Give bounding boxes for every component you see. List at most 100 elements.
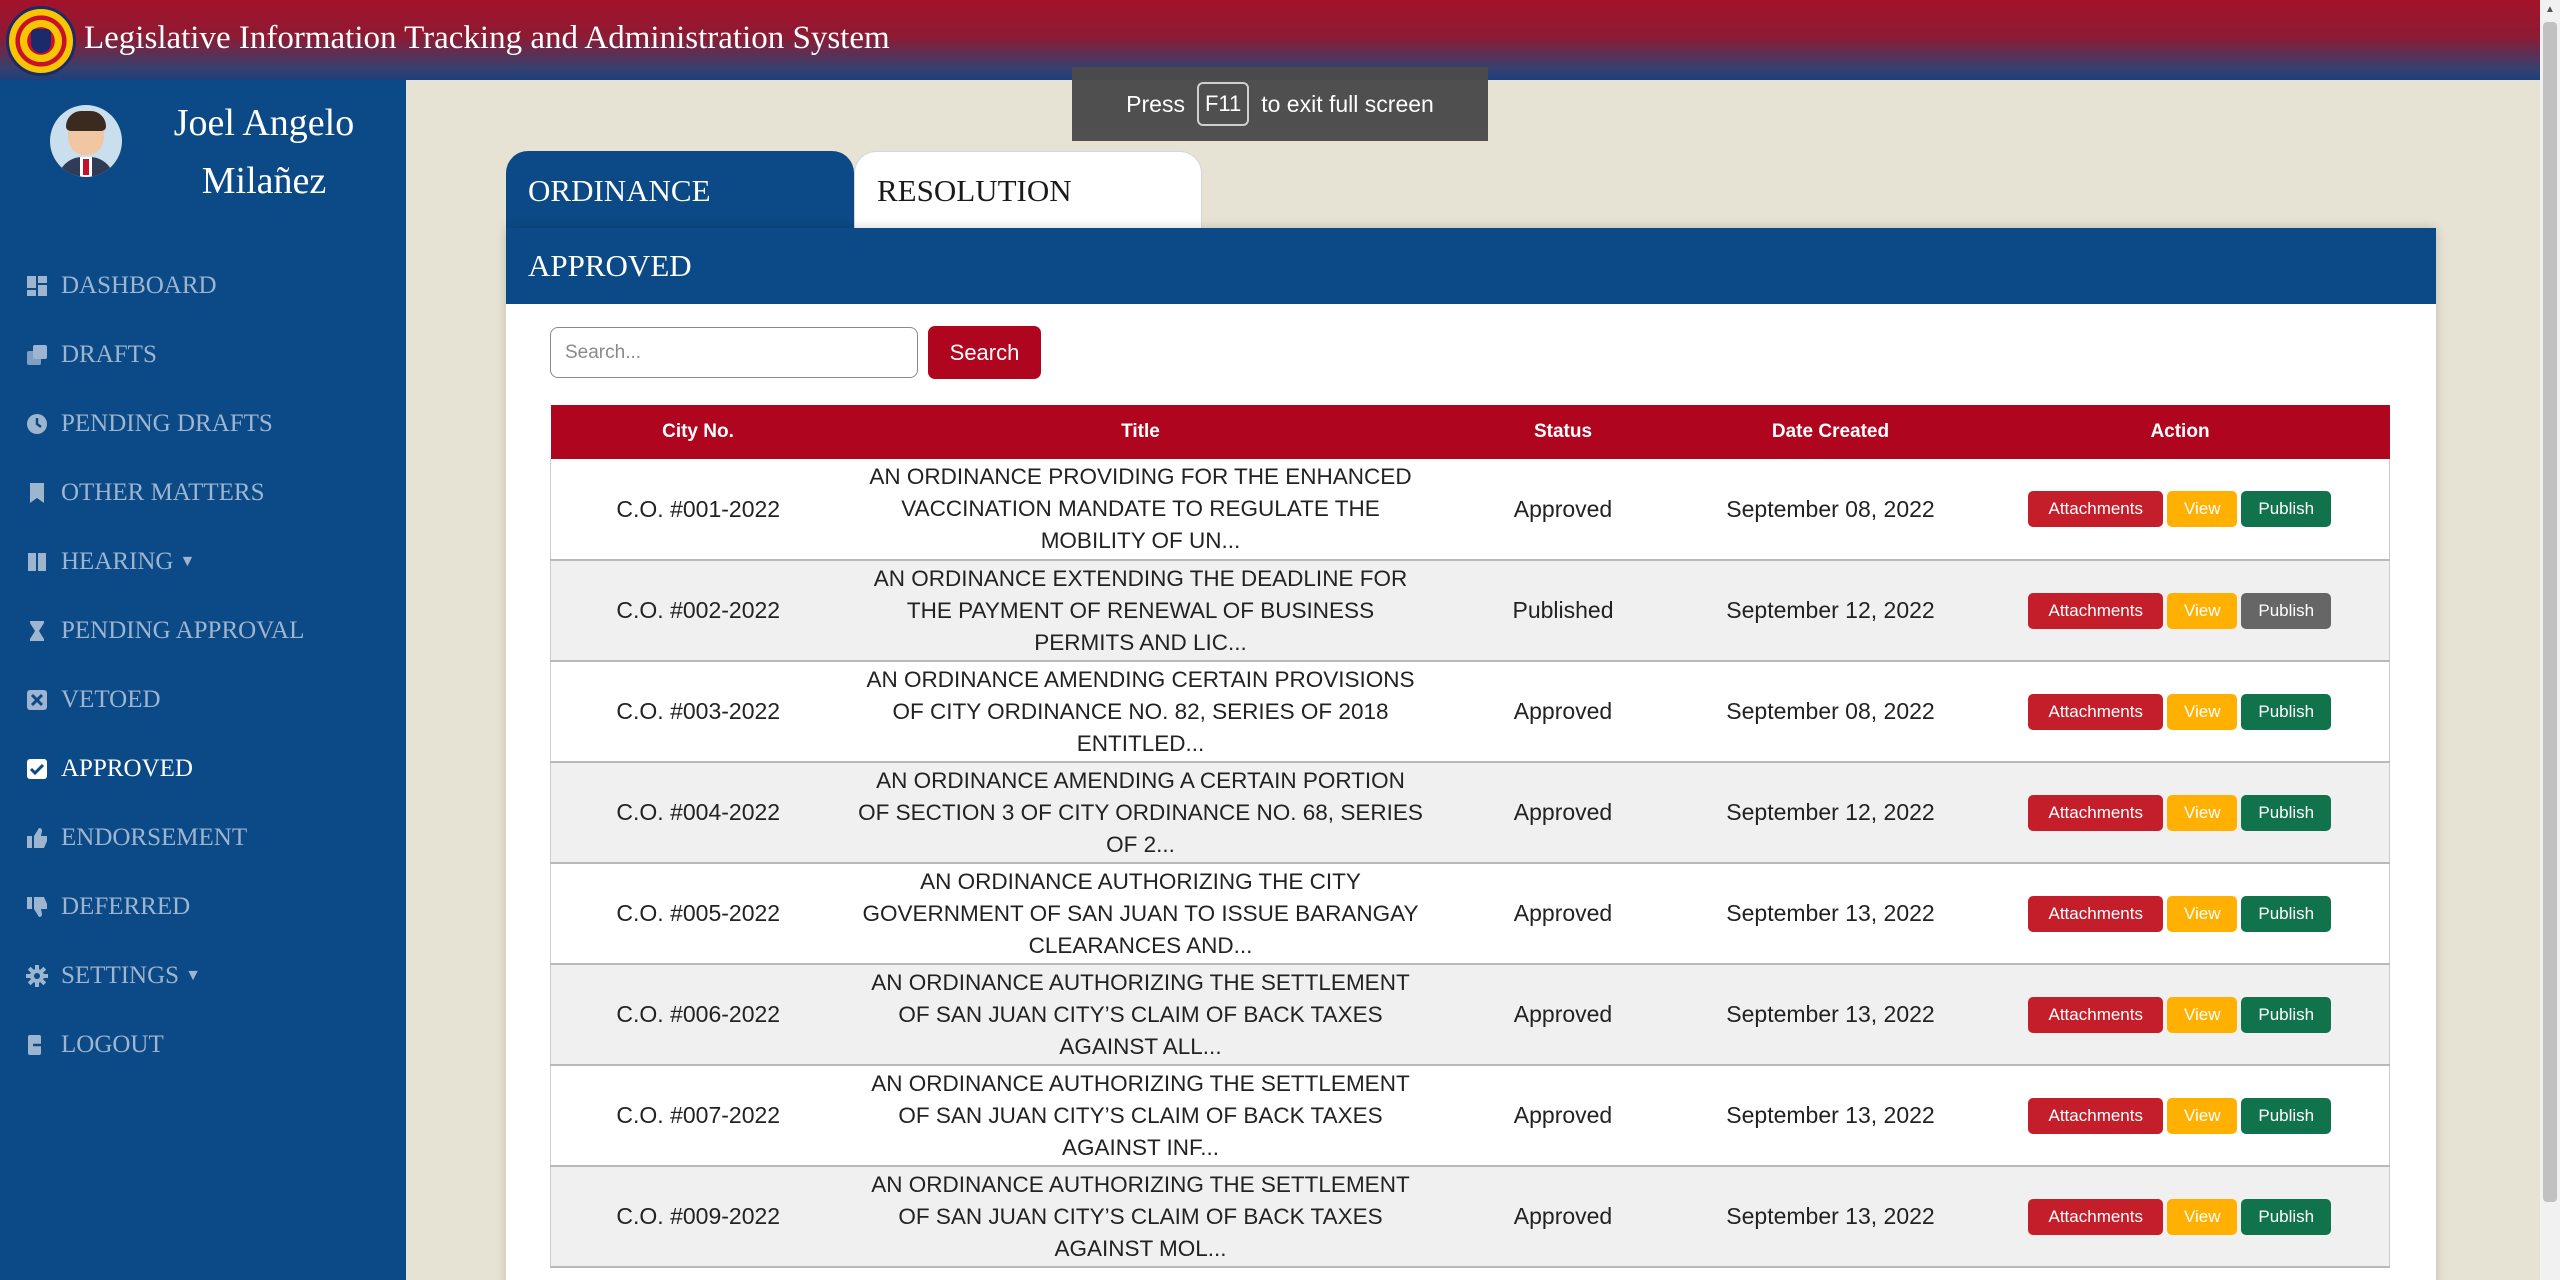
table-row: C.O. #003-2022 AN ORDINANCE AMENDING CERT… bbox=[550, 661, 2390, 763]
status-cell: Approved bbox=[1435, 661, 1691, 763]
header-status[interactable]: Status bbox=[1435, 405, 1691, 459]
header-title[interactable]: Title bbox=[845, 405, 1436, 459]
hourglass-icon bbox=[25, 619, 49, 643]
copy-icon bbox=[25, 343, 49, 367]
date-created-cell: September 12, 2022 bbox=[1690, 560, 1971, 662]
sidebar-item-label: ENDORSEMENT bbox=[61, 823, 248, 851]
city-no-cell: C.O. #003-2022 bbox=[550, 661, 846, 763]
sidebar-item-drafts[interactable]: DRAFTS bbox=[0, 320, 406, 389]
view-button[interactable]: View bbox=[2167, 1198, 2238, 1235]
sidebar-item-endorsement[interactable]: ENDORSEMENT bbox=[0, 803, 406, 872]
view-button[interactable]: View bbox=[2167, 491, 2238, 527]
title-cell: AN ORDINANCE AUTHORIZING THE SETTLEMENT … bbox=[845, 1166, 1436, 1268]
view-button[interactable]: View bbox=[2167, 693, 2238, 730]
sidebar-item-label: PENDING APPROVAL bbox=[61, 616, 305, 644]
sidebar-item-approved[interactable]: APPROVED bbox=[0, 734, 406, 803]
attachments-button[interactable]: Attachments bbox=[2028, 491, 2164, 527]
date-created-cell: September 13, 2022 bbox=[1690, 1065, 1971, 1167]
attachments-button[interactable]: Attachments bbox=[2028, 592, 2164, 629]
view-button[interactable]: View bbox=[2167, 592, 2238, 629]
sidebar-item-label: SETTINGS bbox=[61, 961, 180, 989]
notice-text: to exit full screen bbox=[1261, 90, 1434, 117]
status-cell: Approved bbox=[1435, 1166, 1691, 1268]
city-no-cell: C.O. #004-2022 bbox=[550, 762, 846, 864]
city-no-cell: C.O. #006-2022 bbox=[550, 964, 846, 1066]
status-cell: Published bbox=[1435, 560, 1691, 662]
publish-button[interactable]: Publish bbox=[2241, 491, 2332, 527]
status-cell: Approved bbox=[1435, 863, 1691, 965]
clock-icon bbox=[25, 412, 49, 436]
thumbs-down-icon bbox=[25, 895, 49, 919]
view-button[interactable]: View bbox=[2167, 895, 2238, 932]
action-cell: Attachments View Publish bbox=[1970, 1065, 2390, 1167]
attachments-button[interactable]: Attachments bbox=[2028, 895, 2164, 932]
title-cell: AN ORDINANCE EXTENDING THE DEADLINE FOR … bbox=[845, 560, 1436, 662]
ordinance-table: City No. Title Status Date Created Actio… bbox=[550, 405, 2390, 1268]
sidebar-item-label: DRAFTS bbox=[61, 340, 157, 368]
publish-button[interactable]: Publish bbox=[2241, 794, 2332, 831]
scroll-thumb[interactable] bbox=[2543, 22, 2557, 1202]
approved-panel: APPROVED Search City No. Title Status Da… bbox=[506, 228, 2436, 1280]
sidebar-item-label: HEARING bbox=[61, 547, 174, 575]
view-button[interactable]: View bbox=[2167, 794, 2238, 831]
app-title: Legislative Information Tracking and Adm… bbox=[84, 20, 890, 56]
publish-button[interactable]: Publish bbox=[2241, 895, 2332, 932]
sidebar-item-label: DASHBOARD bbox=[61, 271, 217, 299]
table-row: C.O. #004-2022 AN ORDINANCE AMENDING A CE… bbox=[550, 762, 2390, 864]
header-date-created[interactable]: Date Created bbox=[1690, 405, 1971, 459]
publish-button[interactable]: Publish bbox=[2241, 1097, 2332, 1134]
sidebar-item-logout[interactable]: LOGOUT bbox=[0, 1010, 406, 1079]
status-cell: Approved bbox=[1435, 762, 1691, 864]
publish-button[interactable]: Publish bbox=[2241, 592, 2332, 629]
city-no-cell: C.O. #009-2022 bbox=[550, 1166, 846, 1268]
notice-press: Press bbox=[1126, 90, 1185, 117]
view-button[interactable]: View bbox=[2167, 996, 2238, 1033]
table-row: C.O. #009-2022 AN ORDINANCE AUTHORIZING T… bbox=[550, 1166, 2390, 1268]
attachments-button[interactable]: Attachments bbox=[2028, 794, 2164, 831]
panel-title: APPROVED bbox=[506, 228, 2436, 304]
sidebar: Joel Angelo Milañez DASHBOARD DRAFTS PENDI… bbox=[0, 80, 406, 1280]
table-row: C.O. #005-2022 AN ORDINANCE AUTHORIZING T… bbox=[550, 863, 2390, 965]
thumbs-up-icon bbox=[25, 826, 49, 850]
publish-button[interactable]: Publish bbox=[2241, 1198, 2332, 1235]
attachments-button[interactable]: Attachments bbox=[2028, 1198, 2164, 1235]
view-button[interactable]: View bbox=[2167, 1097, 2238, 1134]
logout-icon bbox=[25, 1033, 49, 1057]
sidebar-item-hearing[interactable]: HEARING ▼ bbox=[0, 527, 406, 596]
date-created-cell: September 13, 2022 bbox=[1690, 863, 1971, 965]
city-seal-logo bbox=[6, 6, 76, 76]
search-input[interactable] bbox=[550, 327, 918, 378]
action-cell: Attachments View Publish bbox=[1970, 964, 2390, 1066]
status-cell: Approved bbox=[1435, 964, 1691, 1066]
sidebar-item-deferred[interactable]: DEFERRED bbox=[0, 872, 406, 941]
attachments-button[interactable]: Attachments bbox=[2028, 693, 2164, 730]
sidebar-item-settings[interactable]: SETTINGS ▼ bbox=[0, 941, 406, 1010]
date-created-cell: September 08, 2022 bbox=[1690, 661, 1971, 763]
sidebar-item-pending-drafts[interactable]: PENDING DRAFTS bbox=[0, 389, 406, 458]
caret-down-icon: ▼ bbox=[179, 552, 196, 570]
sidebar-item-pending-approval[interactable]: PENDING APPROVAL bbox=[0, 596, 406, 665]
search-button[interactable]: Search bbox=[928, 326, 1041, 379]
tab-resolution[interactable]: RESOLUTION bbox=[854, 151, 1202, 230]
sidebar-item-label: DEFERRED bbox=[61, 892, 191, 920]
gear-icon bbox=[25, 964, 49, 988]
action-cell: Attachments View Publish bbox=[1970, 661, 2390, 763]
action-cell: Attachments View Publish bbox=[1970, 1166, 2390, 1268]
sidebar-item-other-matters[interactable]: OTHER MATTERS bbox=[0, 458, 406, 527]
sidebar-item-dashboard[interactable]: DASHBOARD bbox=[0, 251, 406, 320]
scroll-up-icon[interactable]: ▲ bbox=[2540, 0, 2560, 20]
page-scrollbar[interactable]: ▲ bbox=[2540, 0, 2560, 1280]
tab-ordinance[interactable]: ORDINANCE bbox=[506, 151, 854, 230]
user-name: Joel Angelo Milañez bbox=[173, 102, 355, 202]
attachments-button[interactable]: Attachments bbox=[2028, 996, 2164, 1033]
title-cell: AN ORDINANCE AMENDING CERTAIN PROVISIONS… bbox=[845, 661, 1436, 763]
header-city-no[interactable]: City No. bbox=[550, 405, 846, 459]
sidebar-item-vetoed[interactable]: VETOED bbox=[0, 665, 406, 734]
publish-button[interactable]: Publish bbox=[2241, 996, 2332, 1033]
city-no-cell: C.O. #005-2022 bbox=[550, 863, 846, 965]
attachments-button[interactable]: Attachments bbox=[2028, 1097, 2164, 1134]
action-cell: Attachments View Publish bbox=[1970, 762, 2390, 864]
x-square-icon bbox=[25, 688, 49, 712]
f11-key: F11 bbox=[1196, 82, 1250, 126]
publish-button[interactable]: Publish bbox=[2241, 693, 2332, 730]
